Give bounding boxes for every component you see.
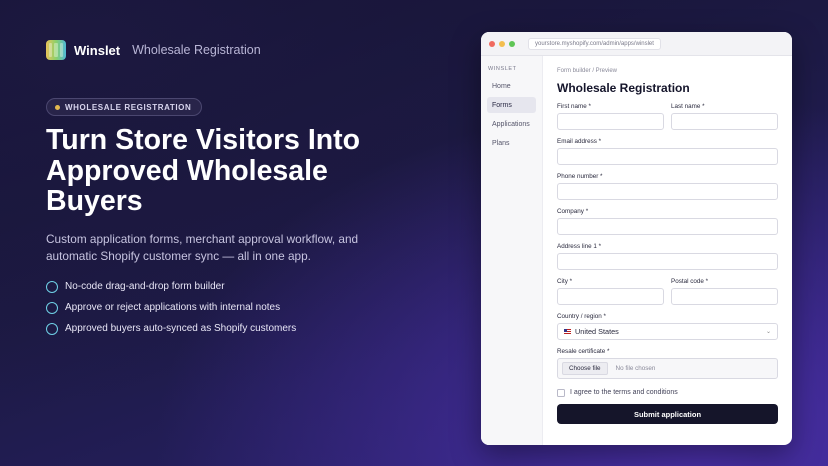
country-label: Country / region * <box>557 313 607 320</box>
sidebar-item-plans[interactable]: Plans <box>487 135 536 151</box>
country-value: United States <box>575 327 619 336</box>
form-title: Wholesale Registration <box>557 81 690 95</box>
email-label: Email address * <box>557 138 602 145</box>
feature-text: No-code drag-and-drop form builder <box>65 281 225 292</box>
app-sidebar: WINSLET Home Forms Applications Plans <box>481 56 543 445</box>
sidebar-item-applications[interactable]: Applications <box>487 116 536 132</box>
lead-text: Custom application forms, merchant appro… <box>46 232 359 263</box>
phone-input[interactable] <box>557 183 778 200</box>
app-window: yourstore.myshopify.com/admin/apps/winsl… <box>481 32 792 445</box>
brand-subtitle: Wholesale Registration <box>132 43 261 57</box>
postal-code-input[interactable] <box>671 288 778 305</box>
headline: Turn Store Visitors Into Approved Wholes… <box>46 124 361 217</box>
terms-label: I agree to the terms and conditions <box>570 389 678 396</box>
category-badge: WHOLESALE REGISTRATION <box>46 98 203 116</box>
first-name-label: First name * <box>557 103 591 110</box>
maximize-dot-icon[interactable] <box>509 40 515 47</box>
form-preview: Form builder / Preview Wholesale Registr… <box>557 56 778 445</box>
winslet-logo-icon <box>46 40 66 60</box>
sidebar-item-home[interactable]: Home <box>487 78 536 94</box>
close-dot-icon[interactable] <box>489 40 495 47</box>
country-select[interactable]: United States ⌄ <box>557 323 778 340</box>
first-name-input[interactable] <box>557 113 664 130</box>
company-input[interactable] <box>557 218 778 235</box>
breadcrumb: Form builder / Preview <box>557 68 618 74</box>
choose-file-button[interactable]: Choose file <box>562 362 608 375</box>
check-circle-icon <box>46 322 58 335</box>
badge-label: WHOLESALE REGISTRATION <box>65 102 192 112</box>
feature-list: No-code drag-and-drop form builder Appro… <box>46 276 296 339</box>
sidebar-heading: WINSLET <box>488 66 517 72</box>
feature-item: Approve or reject applications with inte… <box>46 297 296 318</box>
postal-code-label: Postal code * <box>671 278 709 285</box>
address-input[interactable] <box>557 253 778 270</box>
last-name-input[interactable] <box>671 113 778 130</box>
terms-checkbox[interactable] <box>557 389 565 397</box>
url-bar[interactable]: yourstore.myshopify.com/admin/apps/winsl… <box>528 37 661 50</box>
sidebar-item-forms[interactable]: Forms <box>487 97 536 113</box>
browser-titlebar: yourstore.myshopify.com/admin/apps/winsl… <box>481 32 792 56</box>
email-input[interactable] <box>557 148 778 165</box>
no-file-text: No file chosen <box>615 365 656 372</box>
brand: Winslet Wholesale Registration <box>46 40 261 60</box>
feature-text: Approved buyers auto-synced as Shopify c… <box>65 323 297 334</box>
company-label: Company * <box>557 208 589 215</box>
check-circle-icon <box>46 301 58 314</box>
brand-name: Winslet <box>74 42 121 58</box>
feature-text: Approve or reject applications with inte… <box>65 302 281 313</box>
city-label: City * <box>557 278 573 285</box>
feature-item: No-code drag-and-drop form builder <box>46 276 296 297</box>
resale-certificate-file-input: Choose file No file chosen <box>557 358 778 379</box>
city-input[interactable] <box>557 288 664 305</box>
minimize-dot-icon[interactable] <box>499 40 505 47</box>
address-label: Address line 1 * <box>557 243 602 250</box>
resale-certificate-label: Resale certificate * <box>557 348 610 355</box>
submit-application-button[interactable]: Submit application <box>557 404 778 424</box>
last-name-label: Last name * <box>671 103 705 110</box>
us-flag-icon <box>564 329 571 334</box>
phone-label: Phone number * <box>557 173 603 180</box>
chevron-down-icon: ⌄ <box>765 329 771 335</box>
check-circle-icon <box>46 280 58 293</box>
badge-dot-icon <box>55 104 60 110</box>
feature-item: Approved buyers auto-synced as Shopify c… <box>46 318 296 339</box>
